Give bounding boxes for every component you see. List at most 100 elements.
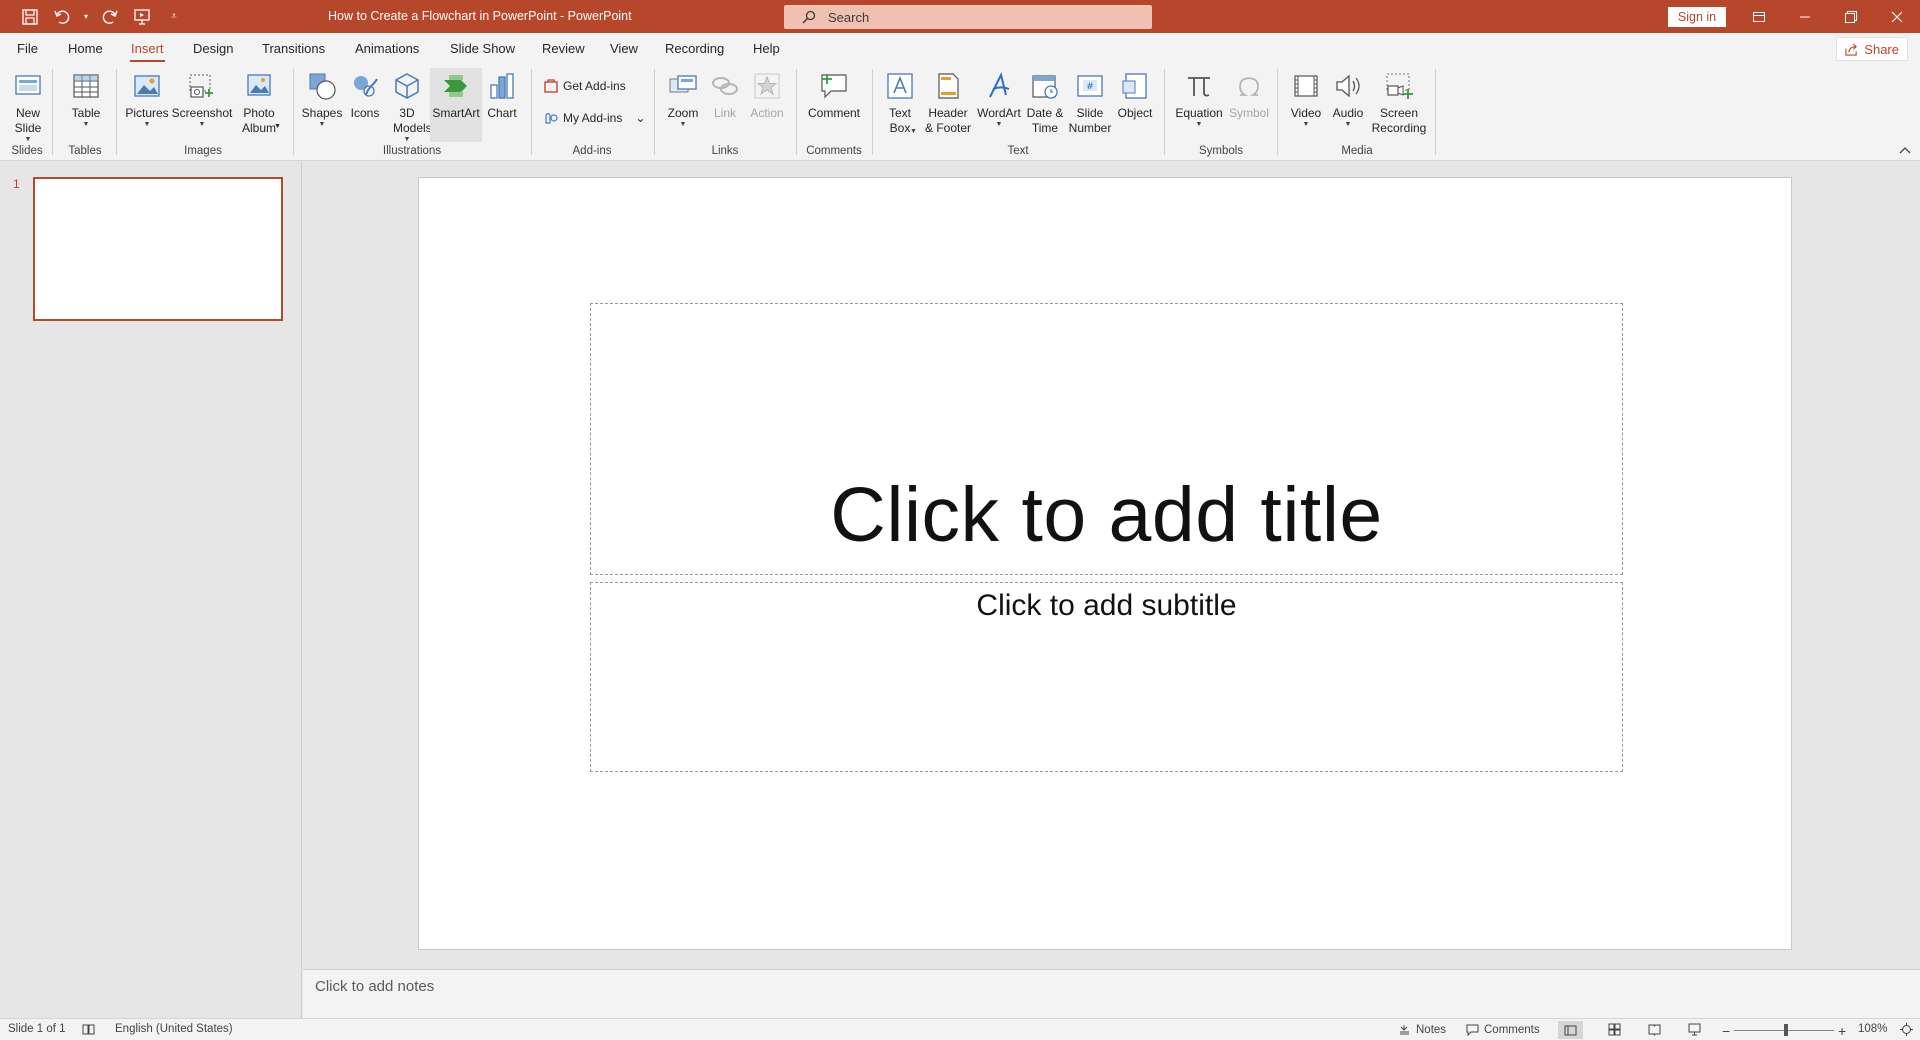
tab-slide-show[interactable]: Slide Show (450, 41, 515, 56)
photo-album-icon (242, 68, 276, 104)
pictures-button[interactable]: Pictures ▼ (124, 68, 170, 129)
tab-review[interactable]: Review (542, 41, 585, 56)
chevron-down-icon: ▼ (143, 121, 151, 128)
tab-animations[interactable]: Animations (355, 41, 419, 56)
zoom-button[interactable]: Zoom ▼ (664, 68, 702, 129)
text-box-icon (883, 68, 917, 104)
table-button[interactable]: Table ▼ (66, 68, 106, 129)
share-button[interactable]: Share (1836, 37, 1908, 61)
ribbon-separator (1164, 69, 1165, 155)
screen-recording-button[interactable]: Screen Recording (1370, 68, 1428, 136)
link-button[interactable]: Link (706, 68, 744, 121)
slide-thumbnail-pane: 1 (0, 162, 302, 1018)
symbol-button[interactable]: Symbol (1226, 68, 1272, 121)
action-button[interactable]: Action (748, 68, 786, 121)
equation-button[interactable]: Equation ▼ (1172, 68, 1226, 129)
redo-icon[interactable] (96, 3, 124, 31)
undo-dropdown-icon[interactable]: ▾ (80, 3, 92, 31)
notes-toggle-label: Notes (1416, 1023, 1447, 1036)
share-icon (1845, 43, 1858, 56)
smartart-icon (439, 68, 473, 104)
chevron-down-icon[interactable]: ▼ (274, 123, 281, 130)
header-footer-label: Header & Footer (924, 106, 972, 135)
tab-design[interactable]: Design (193, 41, 233, 56)
wordart-button[interactable]: WordArt ▼ (976, 68, 1022, 129)
tab-transitions[interactable]: Transitions (262, 41, 325, 56)
fit-to-window-button[interactable] (1900, 1023, 1913, 1036)
zoom-level[interactable]: 108% (1858, 1023, 1887, 1035)
ribbon-separator (531, 69, 532, 155)
save-icon[interactable] (16, 3, 44, 31)
title-placeholder[interactable]: Click to add title (590, 303, 1623, 575)
tab-insert[interactable]: Insert (130, 41, 165, 62)
notes-toggle-button[interactable]: Notes (1398, 1023, 1446, 1036)
zoom-in-button[interactable]: + (1838, 1023, 1846, 1039)
screenshot-icon (185, 68, 219, 104)
chevron-down-icon: ▼ (82, 121, 90, 128)
sign-in-button[interactable]: Sign in (1668, 7, 1726, 27)
language-status[interactable]: English (United States) (115, 1023, 233, 1035)
audio-button[interactable]: Audio ▼ (1328, 68, 1368, 129)
photo-album-label: Photo Album (241, 106, 276, 135)
header-footer-button[interactable]: Header & Footer (922, 68, 974, 136)
text-box-button[interactable]: Text Box ▼ (880, 68, 920, 136)
tab-file[interactable]: File (17, 41, 38, 56)
customize-toolbar-icon[interactable]: ⩡ (160, 3, 188, 31)
3d-models-label: 3D Models (393, 106, 432, 135)
comments-toggle-button[interactable]: Comments (1466, 1023, 1540, 1036)
minimize-icon[interactable] (1782, 0, 1828, 33)
notes-pane[interactable]: Click to add notes (303, 969, 1920, 1018)
search-input[interactable]: Search (784, 5, 1152, 29)
slide-sorter-button[interactable] (1608, 1023, 1621, 1036)
start-from-beginning-icon[interactable] (128, 3, 156, 31)
zoom-out-button[interactable]: − (1722, 1023, 1730, 1039)
slide-thumbnail[interactable] (33, 177, 283, 321)
ribbon-display-options-icon[interactable] (1736, 0, 1782, 33)
chevron-down-icon: ▼ (1344, 121, 1352, 128)
chevron-down-icon: ▼ (910, 128, 917, 135)
comment-button[interactable]: Comment (804, 68, 864, 121)
chart-button[interactable]: Chart (484, 68, 520, 121)
get-addins-button[interactable]: Get Add-ins (544, 79, 626, 93)
accessibility-icon[interactable] (82, 1023, 95, 1036)
reading-view-button[interactable] (1648, 1023, 1661, 1036)
collapse-ribbon-icon[interactable] (1898, 143, 1912, 157)
new-slide-button[interactable]: New Slide ▼ (8, 68, 48, 144)
calendar-icon (1028, 68, 1062, 104)
smartart-button[interactable]: SmartArt (430, 68, 482, 142)
video-button[interactable]: Video ▼ (1286, 68, 1326, 129)
icons-icon (348, 68, 382, 104)
restore-icon[interactable] (1828, 0, 1874, 33)
shapes-button[interactable]: Shapes ▼ (300, 68, 344, 129)
normal-view-button[interactable] (1558, 1021, 1583, 1039)
slide-number-button[interactable]: # Slide Number (1068, 68, 1112, 136)
date-time-button[interactable]: Date & Time (1024, 68, 1066, 136)
slide-count: Slide 1 of 1 (8, 1023, 66, 1035)
icons-label: Icons (350, 106, 380, 120)
comment-icon (1466, 1024, 1479, 1036)
object-label: Object (1117, 106, 1153, 120)
group-label-addins: Add-ins (572, 145, 612, 157)
chevron-down-icon: ▼ (403, 136, 411, 143)
screenshot-button[interactable]: Screenshot ▼ (172, 68, 232, 129)
zoom-slider-thumb[interactable] (1784, 1024, 1788, 1036)
tab-home[interactable]: Home (68, 41, 103, 56)
chevron-down-icon: ▼ (995, 121, 1003, 128)
icons-button[interactable]: Icons (346, 68, 384, 121)
slide-number-label: Slide Number (1068, 106, 1112, 135)
smartart-label: SmartArt (432, 106, 480, 120)
slide-show-button[interactable] (1688, 1023, 1701, 1036)
ribbon: New Slide ▼ Slides Table ▼ Tables Pictur… (0, 65, 1920, 161)
ribbon-separator (654, 69, 655, 155)
undo-icon[interactable] (48, 3, 76, 31)
3d-models-button[interactable]: 3D Models ▼ (386, 68, 432, 144)
object-button[interactable]: Object (1114, 68, 1156, 121)
my-addins-button[interactable]: My Add-ins ⌄ (544, 111, 645, 125)
subtitle-placeholder[interactable]: Click to add subtitle (590, 582, 1623, 772)
tab-view[interactable]: View (610, 41, 638, 56)
tab-recording[interactable]: Recording (665, 41, 724, 56)
close-icon[interactable] (1874, 0, 1920, 33)
ribbon-separator (293, 69, 294, 155)
video-label: Video (1290, 106, 1322, 120)
tab-help[interactable]: Help (753, 41, 780, 56)
